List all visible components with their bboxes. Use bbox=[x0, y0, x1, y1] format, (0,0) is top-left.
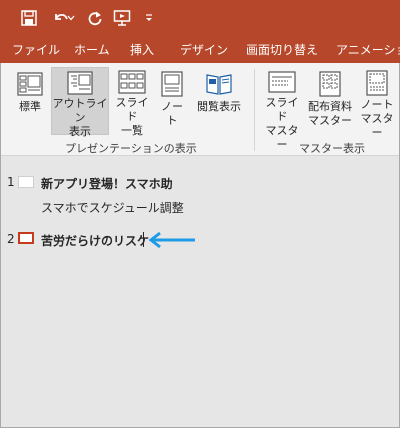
outline-view-label: アウトライン 表示 bbox=[52, 97, 108, 138]
slide-number: 1 bbox=[7, 175, 15, 189]
notes-master-button[interactable]: ノート マスター bbox=[357, 67, 397, 139]
outline-pane[interactable]: 1 新アプリ登場！スマホ助 スマホでスケジュール調整 2 苦労だらけのリスケ bbox=[1, 157, 399, 427]
slide-title[interactable]: 新アプリ登場！スマホ助 bbox=[41, 175, 173, 192]
presentation-views-group-label: プレゼンテーションの表示 bbox=[65, 142, 197, 155]
normal-view-label: 標準 bbox=[19, 100, 41, 113]
slide-sorter-button[interactable]: スライド 一覧 bbox=[111, 67, 153, 137]
slide-thumbnail-icon[interactable] bbox=[18, 176, 34, 188]
group-separator bbox=[254, 69, 255, 151]
ribbon-tabs: ファイル ホーム 挿入 デザイン 画面切り替え アニメーショ bbox=[0, 36, 400, 63]
save-icon[interactable] bbox=[18, 7, 40, 29]
reading-view-label: 閲覧表示 bbox=[197, 100, 241, 113]
notes-page-button[interactable]: ノー ト bbox=[155, 67, 189, 135]
master-views-group-label: マスター表示 bbox=[299, 142, 365, 155]
notes-page-label: ノー ト bbox=[161, 100, 183, 127]
notes-master-label: ノート マスター bbox=[360, 98, 394, 139]
outline-view-button[interactable]: アウトライン 表示 bbox=[51, 67, 109, 138]
tab-animations[interactable]: アニメーショ bbox=[336, 41, 400, 58]
tab-file[interactable]: ファイル bbox=[12, 41, 60, 58]
quick-access-toolbar bbox=[0, 0, 400, 36]
slide-thumbnail-selected-icon[interactable] bbox=[18, 232, 34, 244]
slide-number: 2 bbox=[7, 232, 15, 246]
text-cursor bbox=[143, 232, 144, 247]
slide-master-button[interactable]: スライド マスター bbox=[261, 67, 303, 151]
slide-title[interactable]: 苦労だらけのリスケ bbox=[41, 232, 149, 249]
tab-transitions[interactable]: 画面切り替え bbox=[246, 41, 318, 58]
handout-master-icon bbox=[319, 70, 341, 98]
tab-design[interactable]: デザイン bbox=[180, 41, 228, 58]
slide-master-icon bbox=[268, 70, 296, 94]
ribbon-view: 標準 アウトライン 表示 スライド 一覧 ノー ト 閲覧表示 プレゼンテーション… bbox=[1, 63, 399, 156]
normal-view-icon bbox=[17, 70, 43, 98]
slide-sorter-icon bbox=[118, 70, 146, 94]
pointer-arrow-icon bbox=[148, 231, 195, 249]
outline-bullet[interactable]: スマホでスケジュール調整 bbox=[41, 199, 184, 216]
tab-insert[interactable]: 挿入 bbox=[130, 41, 154, 58]
reading-view-button[interactable]: 閲覧表示 bbox=[191, 67, 247, 135]
notes-page-icon bbox=[161, 70, 183, 98]
undo-dropdown-arrow-icon[interactable] bbox=[66, 7, 76, 29]
reading-view-icon bbox=[205, 70, 233, 98]
notes-master-icon bbox=[366, 70, 388, 96]
customize-qat-icon[interactable] bbox=[142, 7, 156, 29]
slide-master-label: スライド マスター bbox=[265, 96, 299, 151]
handout-master-button[interactable]: 配布資料 マスター bbox=[305, 67, 355, 135]
slide-sorter-label: スライド 一覧 bbox=[115, 96, 149, 137]
slideshow-from-start-icon[interactable] bbox=[112, 7, 134, 29]
redo-icon[interactable] bbox=[84, 7, 106, 29]
normal-view-button[interactable]: 標準 bbox=[11, 67, 49, 135]
tab-home[interactable]: ホーム bbox=[74, 41, 110, 58]
handout-master-label: 配布資料 マスター bbox=[308, 100, 352, 127]
outline-view-icon bbox=[67, 71, 93, 95]
